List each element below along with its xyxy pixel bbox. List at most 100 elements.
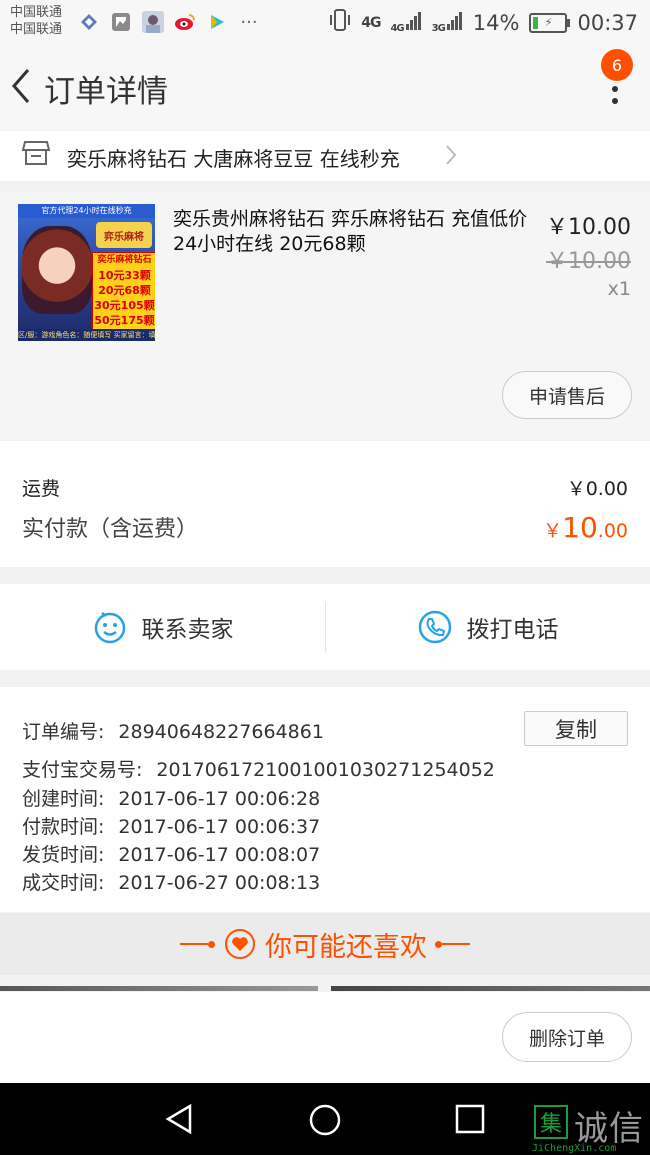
info-label: 发货时间: bbox=[22, 844, 105, 866]
signal-3: 3G bbox=[431, 11, 463, 34]
info-row-paid: 付款时间: 2017-06-17 00:06:37 bbox=[22, 812, 320, 839]
thumbnail-line: 50元175颗 bbox=[94, 314, 155, 327]
product-card-edge-right[interactable] bbox=[331, 986, 650, 991]
order-number-value: 28940648227664861 bbox=[118, 721, 324, 743]
info-value: 2017-06-27 00:08:13 bbox=[118, 872, 321, 894]
info-row-created: 创建时间: 2017-06-17 00:06:28 bbox=[22, 784, 320, 811]
nav-recent-button[interactable] bbox=[454, 1103, 486, 1139]
shipping-value: ￥0.00 bbox=[566, 478, 628, 500]
contact-seller-button[interactable]: 联系卖家 bbox=[0, 584, 325, 670]
thumbnail-banner: 官方代理24小时在线秒充 bbox=[18, 204, 155, 218]
status-right: 4G 4G 3G 14% ⚡ 00:37 bbox=[329, 8, 638, 37]
network-type-3: 3G bbox=[431, 22, 446, 34]
clock: 00:37 bbox=[577, 10, 638, 35]
contact-seller-label: 联系卖家 bbox=[141, 617, 234, 643]
back-button[interactable] bbox=[8, 66, 36, 106]
paid-decimal: .00 bbox=[597, 520, 628, 542]
shop-name: 奕乐麻将钻石 大唐麻将豆豆 在线秒充 bbox=[67, 147, 400, 171]
carrier-names: 中国联通 中国联通 bbox=[10, 4, 62, 38]
gallery-icon bbox=[110, 11, 132, 33]
contact-row: 联系卖家 拨打电话 bbox=[0, 584, 650, 670]
call-phone-label: 拨打电话 bbox=[466, 617, 559, 643]
paid-label: 实付款（含运费） bbox=[22, 517, 199, 542]
vibrate-icon bbox=[329, 8, 351, 37]
bottom-action-bar: 删除订单 bbox=[0, 992, 650, 1083]
decor-line-left bbox=[180, 943, 208, 945]
info-value: 2017-06-17 00:06:37 bbox=[118, 816, 321, 838]
carrier-2: 中国联通 bbox=[10, 22, 63, 37]
delete-order-button[interactable]: 删除订单 bbox=[502, 1012, 632, 1062]
phone-icon bbox=[418, 610, 451, 644]
watermark-url: JiChengXin.com bbox=[532, 1143, 617, 1154]
carrier-1: 中国联通 bbox=[10, 5, 63, 20]
info-value: 2017-06-17 00:08:07 bbox=[118, 844, 321, 866]
character-illustration bbox=[22, 226, 92, 314]
store-icon bbox=[21, 140, 51, 170]
decor-dot-right bbox=[435, 940, 442, 948]
after-sale-button[interactable]: 申请售后 bbox=[502, 371, 632, 419]
call-phone-button[interactable]: 拨打电话 bbox=[325, 584, 650, 670]
battery-icon: ⚡ bbox=[529, 12, 571, 33]
signal-bars-icon bbox=[405, 11, 422, 34]
game-logo: 弈乐麻将 bbox=[96, 222, 152, 248]
watermark-logo: 集 bbox=[534, 1105, 568, 1139]
info-label: 付款时间: bbox=[22, 816, 105, 838]
square-recent-icon bbox=[455, 1104, 485, 1134]
network-type-2: 4G bbox=[390, 22, 404, 34]
tuiyou-icon bbox=[78, 11, 100, 33]
header: 订单详情 6 bbox=[0, 44, 650, 130]
signal-bars-icon bbox=[446, 11, 463, 34]
info-row-completed: 成交时间: 2017-06-27 00:08:13 bbox=[22, 868, 320, 895]
item-title[interactable]: 奕乐贵州麻将钻石 弈乐麻将钻石 充值低价 24小时在线 20元68颗 bbox=[173, 207, 535, 257]
info-value: 2017-06-17 00:06:28 bbox=[118, 788, 321, 810]
product-card-edge-left[interactable] bbox=[0, 986, 318, 991]
alipay-number-value: 2017061721001001030271254052 bbox=[156, 759, 495, 781]
network-type-1: 4G bbox=[361, 14, 381, 31]
recommend-title: 你可能还喜欢 bbox=[265, 931, 427, 963]
watermark: 集 诚信 JiChengXin.com bbox=[530, 1099, 650, 1155]
chevron-left-icon bbox=[12, 69, 30, 103]
thumbnail-line: 10元33颗 bbox=[98, 269, 151, 282]
chevron-right-icon bbox=[444, 143, 458, 173]
status-bar: 中国联通 中国联通 ··· 4G 4G 3G 14% ⚡ 00:37 bbox=[0, 0, 650, 44]
order-info: 订单编号: 28940648227664861 复制 支付宝交易号: 2017061… bbox=[0, 687, 650, 912]
signal-1: 4G bbox=[361, 14, 381, 31]
info-row-order-number: 订单编号: 28940648227664861 bbox=[22, 717, 324, 744]
video-icon bbox=[206, 11, 228, 33]
page-title: 订单详情 bbox=[44, 74, 168, 110]
thumbnail-footer: 区/服：游戏角色名：随便填写 买家留言：填上 bbox=[18, 329, 155, 341]
copy-button[interactable]: 复制 bbox=[524, 711, 628, 746]
notification-badge: 6 bbox=[601, 49, 633, 81]
signal-2: 4G bbox=[390, 11, 422, 34]
recommend-header: 你可能还喜欢 bbox=[0, 913, 650, 975]
nav-home-button[interactable] bbox=[308, 1103, 342, 1141]
info-label: 订单编号: bbox=[22, 721, 105, 743]
paid-currency: ￥ bbox=[543, 520, 563, 542]
paid-amount: ￥10.00 bbox=[543, 511, 628, 544]
shipping-label: 运费 bbox=[22, 478, 61, 500]
notification-icons: ··· bbox=[78, 11, 260, 33]
heart-icon bbox=[225, 929, 255, 959]
item-card[interactable]: 官方代理24小时在线秒充 弈乐麻将 奕乐麻将钻石 10元33颗 20元68颗 3… bbox=[0, 193, 650, 440]
chat-smile-icon bbox=[94, 612, 125, 644]
triangle-back-icon bbox=[165, 1103, 192, 1135]
shop-row[interactable]: 奕乐麻将钻石 大唐麻将豆豆 在线秒充 bbox=[0, 131, 650, 181]
item-quantity: x1 bbox=[607, 278, 631, 300]
paid-integer: 10 bbox=[562, 511, 598, 544]
info-row-shipped: 发货时间: 2017-06-17 00:08:07 bbox=[22, 840, 320, 867]
more-dots-icon: ··· bbox=[240, 11, 258, 33]
thumbnail-price-list: 奕乐麻将钻石 10元33颗 20元68颗 30元105颗 50元175颗 bbox=[92, 252, 155, 332]
battery-percent: 14% bbox=[472, 10, 520, 35]
avatar-icon bbox=[142, 11, 164, 33]
info-label: 成交时间: bbox=[22, 872, 105, 894]
decor-dot-left bbox=[208, 940, 215, 948]
nav-back-button[interactable] bbox=[164, 1103, 196, 1139]
payment-summary: 运费 ￥0.00 实付款（含运费） ￥10.00 bbox=[0, 441, 650, 567]
item-original-price: ￥10.00 bbox=[546, 249, 631, 274]
info-label: 创建时间: bbox=[22, 788, 105, 810]
info-row-alipay-number: 支付宝交易号: 2017061721001001030271254052 bbox=[22, 755, 495, 782]
circle-home-icon bbox=[309, 1104, 341, 1136]
system-nav-bar: 集 诚信 JiChengXin.com bbox=[0, 1083, 650, 1155]
product-thumbnail[interactable]: 官方代理24小时在线秒充 弈乐麻将 奕乐麻将钻石 10元33颗 20元68颗 3… bbox=[18, 204, 155, 341]
thumbnail-line: 20元68颗 bbox=[98, 284, 151, 297]
